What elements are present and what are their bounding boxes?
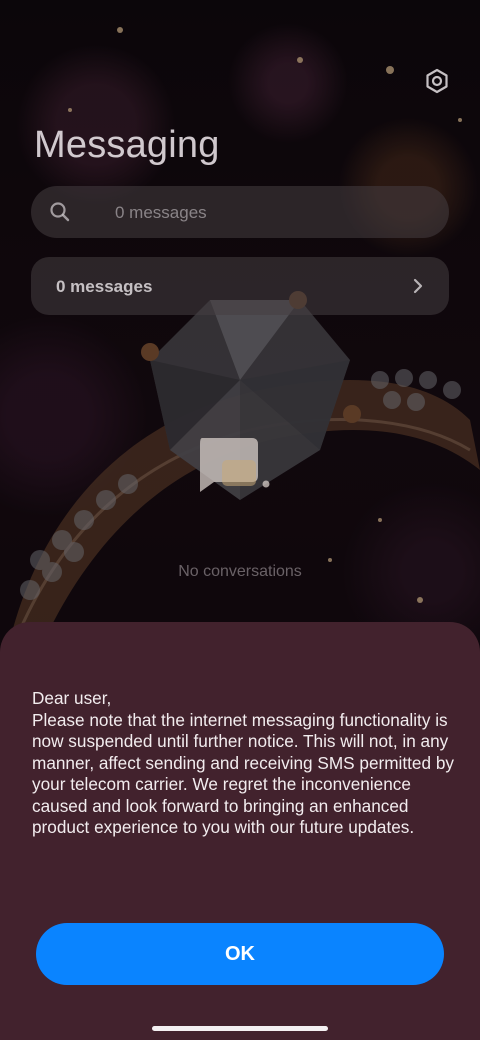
chevron-right-icon	[413, 278, 423, 294]
search-icon	[50, 202, 70, 222]
empty-state-label: No conversations	[178, 563, 302, 580]
chat-bubble-icon	[200, 438, 270, 492]
search-bar[interactable]	[31, 186, 449, 240]
search-input[interactable]	[113, 186, 437, 240]
gear-icon	[426, 68, 448, 94]
notice-text: Dear user, Please note that the internet…	[32, 688, 462, 839]
message-summary-row[interactable]: 0 messages	[31, 257, 449, 315]
message-summary-label: 0 messages	[56, 277, 153, 296]
home-indicator[interactable]	[152, 1026, 328, 1031]
notice-greeting: Dear user,	[32, 688, 112, 708]
settings-button[interactable]	[420, 64, 454, 98]
ok-button[interactable]: OK	[36, 923, 444, 985]
notice-body: Please note that the internet messaging …	[32, 709, 454, 838]
page-title: Messaging	[34, 124, 220, 166]
